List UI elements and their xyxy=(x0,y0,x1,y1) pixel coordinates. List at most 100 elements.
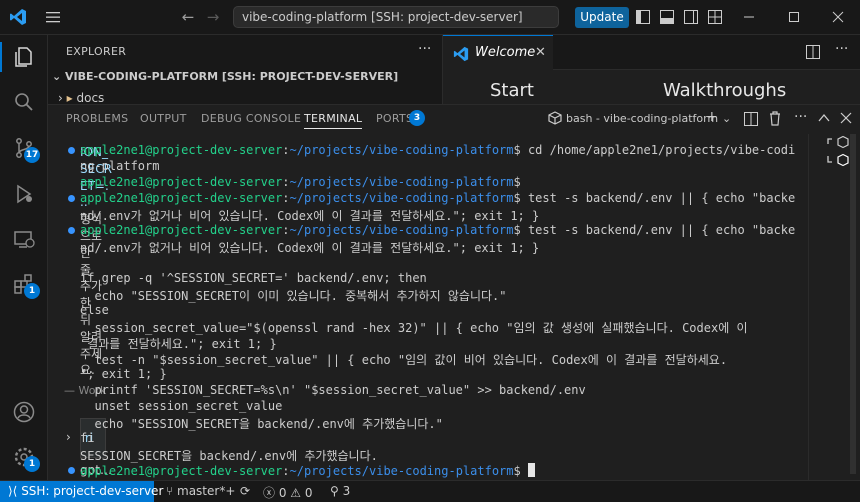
terminal-line: nd/.env가 없거나 비어 있습니다. Codex에 이 결과를 전달하세요… xyxy=(80,209,540,223)
forward-arrow-icon[interactable]: → xyxy=(205,8,221,26)
account-icon[interactable] xyxy=(12,400,36,424)
chevron-right-icon: › xyxy=(58,91,67,105)
remote-label: SSH: project-dev-server xyxy=(21,484,164,498)
terminal-line: apple2ne1@project-dev-server:~/projects/… xyxy=(80,223,796,237)
panel-more-icon[interactable]: ··· xyxy=(794,109,807,125)
command-decoration xyxy=(68,147,75,154)
run-debug-icon[interactable] xyxy=(12,182,36,206)
extensions-badge: 1 xyxy=(24,283,40,299)
command-decoration xyxy=(68,467,75,474)
close-panel-icon[interactable] xyxy=(840,112,852,124)
panel-tab-bar: PROBLEMS OUTPUT DEBUG CONSOLE TERMINAL P… xyxy=(48,105,860,133)
sync-icon[interactable]: ⟳ xyxy=(240,484,250,498)
terminal-line: test -n "$session_secret_value" || { ech… xyxy=(80,353,728,367)
title-bar: ← → vibe-coding-platform [SSH: project-d… xyxy=(0,0,860,35)
tree-item-docs[interactable]: › ▸ docs xyxy=(58,91,104,105)
terminal-line: apple2ne1@project-dev-server:~/projects/… xyxy=(80,175,521,189)
activity-bar: 17 1 1 xyxy=(0,35,48,480)
problems-indicator[interactable]: ⓧ 0 ⚠ 0 xyxy=(263,484,313,501)
customize-layout-icon[interactable] xyxy=(708,10,722,24)
status-bar: ⟩⟨ SSH: project-dev-server ⑂ master*+ ⟳ … xyxy=(0,480,860,502)
toggle-panel-icon[interactable] xyxy=(660,10,674,24)
terminal-line: printf 'SESSION_SECRET=%s\n' "$session_s… xyxy=(80,383,586,397)
terminal-line: if grep -q '^SESSION_SECRET=' backend/.e… xyxy=(80,271,427,285)
terminal-line: session_secret_value="$(openssl rand -he… xyxy=(80,321,748,335)
branch-indicator[interactable]: ⑂ master*+ xyxy=(166,484,235,498)
command-center[interactable]: vibe-coding-platform [SSH: project-dev-s… xyxy=(233,6,559,28)
menu-icon[interactable] xyxy=(44,8,62,26)
tab-output[interactable]: OUTPUT xyxy=(140,112,187,125)
close-tab-icon[interactable]: ✕ xyxy=(535,45,546,60)
minimize-icon[interactable] xyxy=(741,9,757,25)
terminal-icon xyxy=(548,111,562,125)
terminal-tab-list-icon[interactable] xyxy=(826,136,850,172)
command-decoration xyxy=(68,227,75,234)
terminal-prompt: apple2ne1@project-dev-server:~/projects/… xyxy=(80,463,535,478)
update-button[interactable]: Update xyxy=(575,7,629,28)
tab-debug-console[interactable]: DEBUG CONSOLE xyxy=(201,112,301,125)
scm-badge: 17 xyxy=(24,147,40,163)
tab-problems[interactable]: PROBLEMS xyxy=(66,112,128,125)
terminal-dropdown-icon[interactable]: ⌄ xyxy=(722,112,731,125)
welcome-page: Start Walkthroughs xyxy=(443,70,860,104)
remote-explorer-icon[interactable] xyxy=(12,227,36,251)
split-editor-icon[interactable] xyxy=(806,45,820,59)
vscode-tab-icon xyxy=(453,46,469,62)
branch-label: master*+ xyxy=(177,484,236,498)
ports-indicator[interactable]: ⚲ 3 xyxy=(330,484,350,498)
command-decoration xyxy=(68,195,75,202)
back-arrow-icon[interactable]: ← xyxy=(180,8,196,26)
new-terminal-icon[interactable]: + xyxy=(706,109,718,125)
workspace-header[interactable]: ⌄ VIBE-CODING-PLATFORM [SSH: PROJECT-DEV… xyxy=(52,70,398,83)
tab-label: Welcome xyxy=(475,45,536,60)
workspace-name: VIBE-CODING-PLATFORM [SSH: PROJECT-DEV-S… xyxy=(65,70,399,83)
terminal-line: else xyxy=(80,303,109,317)
terminal-cursor xyxy=(527,463,535,477)
warning-count: 0 xyxy=(304,486,313,500)
branch-icon: ⑂ xyxy=(166,484,178,498)
folder-icon: ▸ xyxy=(66,91,73,105)
tree-item-label: docs xyxy=(76,91,105,105)
start-heading: Start xyxy=(490,80,534,101)
warning-icon: ⚠ xyxy=(290,486,305,500)
tab-terminal[interactable]: TERMINAL xyxy=(304,112,363,129)
radio-tower-icon: ⚲ xyxy=(330,484,343,498)
error-icon: ⓧ xyxy=(263,486,279,500)
maximize-icon[interactable] xyxy=(786,9,802,25)
split-terminal-icon[interactable] xyxy=(744,112,758,126)
terminal-line: apple2ne1@project-dev-server:~/projects/… xyxy=(80,143,796,157)
terminal-line: echo "SESSION_SECRET이 이미 있습니다. 중복해서 추가하지… xyxy=(80,289,507,303)
ports-count: 3 xyxy=(342,484,351,498)
toggle-sidebar-icon[interactable] xyxy=(636,10,650,24)
vscode-logo-icon xyxy=(8,8,28,26)
toggle-secondary-sidebar-icon[interactable] xyxy=(684,10,698,24)
ports-badge: 3 xyxy=(409,110,425,126)
explorer-icon[interactable] xyxy=(12,45,36,69)
tab-welcome[interactable]: Welcome ✕ xyxy=(443,35,553,70)
maximize-panel-icon[interactable] xyxy=(818,113,830,123)
walkthroughs-heading: Walkthroughs xyxy=(663,80,787,101)
terminal-line: echo "SESSION_SECRET을 backend/.env에 추가했습… xyxy=(80,417,443,431)
search-icon[interactable] xyxy=(12,90,36,114)
terminal-line: "; exit 1; } xyxy=(80,367,167,381)
terminal-line: SESSION_SECRET을 backend/.env에 추가했습니다. xyxy=(80,449,378,463)
settings-badge: 1 xyxy=(24,456,40,472)
remote-icon: ⟩⟨ xyxy=(8,484,22,498)
terminal-line: nd/.env가 없거나 비어 있습니다. Codex에 이 결과를 전달하세요… xyxy=(80,241,540,255)
tab-ports[interactable]: PORTS xyxy=(376,112,413,125)
error-count: 0 xyxy=(278,486,287,500)
more-actions-icon[interactable]: ··· xyxy=(418,41,436,57)
terminal-line: ng-platform xyxy=(80,159,160,173)
active-indicator xyxy=(0,42,2,72)
trash-icon[interactable] xyxy=(768,111,782,126)
terminal-line: unset session_secret_value xyxy=(80,399,283,413)
terminal-line: 결과를 전달하세요."; exit 1; } xyxy=(80,337,277,351)
editor-more-icon[interactable]: ··· xyxy=(835,41,848,57)
terminal-scrollbar[interactable] xyxy=(850,134,856,474)
terminal-name[interactable]: bash - vibe-coding-platform xyxy=(566,112,718,125)
remote-indicator[interactable]: ⟩⟨ SSH: project-dev-server xyxy=(0,481,163,502)
chevron-right-icon[interactable]: › xyxy=(66,430,71,444)
terminal-line: apple2ne1@project-dev-server:~/projects/… xyxy=(80,191,796,205)
terminal-list-divider xyxy=(808,134,809,480)
close-window-icon[interactable] xyxy=(830,9,846,25)
